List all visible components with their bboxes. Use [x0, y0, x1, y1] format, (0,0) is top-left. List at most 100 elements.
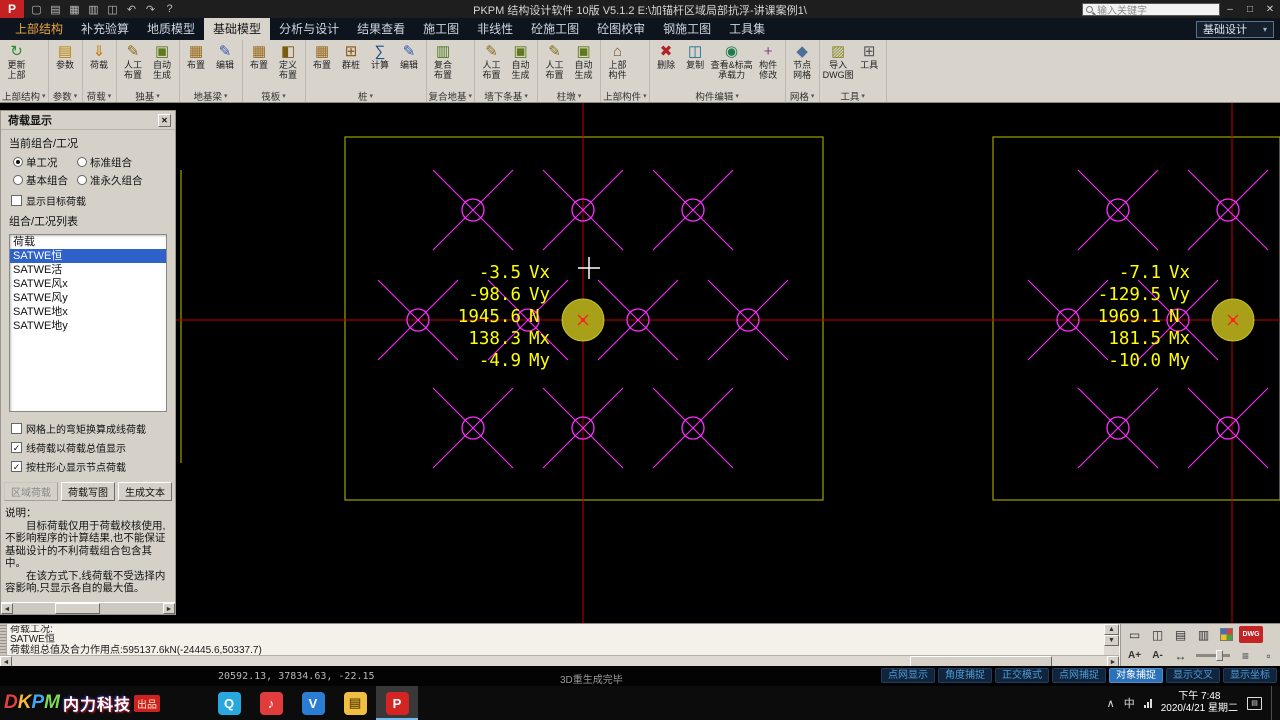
network-icon[interactable] [1143, 698, 1152, 708]
ribbon-tab[interactable]: 砼施工图 [522, 18, 588, 40]
ribbon-group-label[interactable]: 桩 [358, 89, 368, 103]
ribbon-tab[interactable]: 工具集 [720, 18, 774, 40]
ribbon-button[interactable]: ▣ 自动 生成 [148, 41, 177, 80]
load-case-list[interactable]: 荷载 SATWE恒 SATWE活 SATWE风x SATWE风y SATWE地x SATWE… [9, 234, 167, 412]
dwg-icon[interactable]: DWG [1239, 626, 1263, 643]
ribbon-button[interactable]: ✎ 编辑 [211, 41, 240, 71]
close-button[interactable]: ✕ [1260, 0, 1280, 18]
ribbon-button[interactable]: ▦ 布置 [245, 41, 274, 71]
ribbon-group-label[interactable]: 墙下条基 [484, 89, 522, 103]
help-icon[interactable]: ? [163, 3, 176, 15]
scroll-down-icon[interactable]: ▼ [1104, 635, 1119, 646]
ribbon-tab[interactable]: 非线性 [468, 18, 522, 40]
target-load-checkbox[interactable]: 显示目标荷载 [11, 193, 175, 208]
taskbar-app-qq[interactable]: Q [208, 686, 250, 720]
panel-button[interactable]: 生成文本 [118, 482, 172, 501]
ribbon-button[interactable]: ▤ 参数 [51, 41, 80, 71]
ribbon-group-label[interactable]: 工具 [840, 89, 859, 103]
ribbon-button[interactable]: ∑ 计算 [366, 41, 395, 71]
ribbon-button[interactable]: ⊞ 工具 [855, 41, 884, 71]
taskbar-app-explorer[interactable]: ▤ [334, 686, 376, 720]
radio-option[interactable]: 基本组合 [13, 171, 77, 189]
ribbon-group-label[interactable]: 独基 [135, 89, 154, 103]
status-toggle[interactable]: 正交模式 [995, 668, 1049, 683]
box-icon[interactable]: ▫ [1258, 647, 1279, 664]
font-decrease-button[interactable]: A- [1147, 647, 1168, 664]
drawing-canvas[interactable]: -3.5 Vx -98.6 Vy 1945.6 N 138.3 Mx -4.9 My -7.1 Vx -… [0, 103, 1280, 623]
ribbon-tab[interactable]: 分析与设计 [270, 18, 348, 40]
command-text[interactable]: 荷载工况: SATWE恒 荷载组总值及合力作用点:595137.6kN(-24445… [10, 625, 1100, 656]
option-checkbox[interactable]: ✓ 按柱形心显示节点荷载 [11, 459, 175, 474]
new-icon[interactable]: ▢ [30, 3, 43, 16]
ribbon-group-label[interactable]: 构件编辑 [695, 89, 733, 103]
taskbar-app-music[interactable]: ♪ [250, 686, 292, 720]
load-case-item[interactable]: SATWE地x [10, 305, 166, 319]
ribbon-tab[interactable]: 钢施工图 [654, 18, 720, 40]
redo-icon[interactable]: ↷ [144, 3, 157, 16]
chevron-up-icon[interactable]: ∧ [1107, 697, 1115, 710]
scroll-track[interactable] [13, 603, 163, 614]
load-case-item[interactable]: SATWE活 [10, 263, 166, 277]
pan-icon[interactable]: ↔ [1170, 647, 1191, 664]
ribbon-button[interactable]: ◫ 复制 [681, 41, 710, 71]
maximize-button[interactable]: □ [1240, 0, 1260, 18]
status-toggle[interactable]: 显示坐标 [1223, 668, 1277, 683]
scroll-left-icon[interactable]: ◄ [1, 603, 13, 614]
ribbon-button[interactable]: ▣ 自动 生成 [569, 41, 598, 80]
scroll-thumb[interactable] [55, 603, 100, 614]
ribbon-button[interactable]: ◆ 节点 网格 [788, 41, 817, 80]
viewport-icon[interactable]: ▭ [1124, 626, 1145, 643]
taskbar-app-pkpm[interactable]: P [376, 686, 418, 720]
panel-button[interactable]: 荷载写图 [61, 482, 115, 501]
palette-icon[interactable] [1216, 626, 1237, 643]
ribbon-tab[interactable]: 施工图 [414, 18, 468, 40]
ribbon-button[interactable]: ▣ 自动 生成 [506, 41, 535, 80]
pages-icon[interactable]: ▥ [1193, 626, 1214, 643]
status-toggle[interactable]: 显示交叉 [1166, 668, 1220, 683]
save-icon[interactable]: ▦ [68, 3, 81, 16]
print-icon[interactable]: ▥ [87, 3, 100, 16]
ribbon-group-label[interactable]: 复合地基 [429, 89, 467, 103]
taskbar-app-wps[interactable]: V [292, 686, 334, 720]
ribbon-group-label[interactable]: 荷载 [87, 89, 106, 103]
ribbon-button[interactable]: ◧ 定义 布置 [274, 41, 303, 80]
minimize-button[interactable]: – [1220, 0, 1240, 18]
ribbon-button[interactable]: ✎ 人工 布置 [477, 41, 506, 80]
status-toggle[interactable]: 对象捕捉 [1109, 668, 1163, 683]
ribbon-button[interactable]: ✎ 编辑 [395, 41, 424, 71]
ribbon-tab[interactable]: 砼图校审 [588, 18, 654, 40]
ribbon-button[interactable]: ▨ 导入 DWG图 [822, 41, 855, 80]
ribbon-button[interactable]: ▦ 布置 [182, 41, 211, 71]
ime-indicator[interactable]: 中 [1124, 695, 1135, 711]
ribbon-tab[interactable]: 结果查看 [348, 18, 414, 40]
scroll-up-icon[interactable]: ▲ [1104, 624, 1119, 635]
ribbon-group-label[interactable]: 柱墩 [557, 89, 576, 103]
ribbon-group-label[interactable]: 上部结构 [2, 89, 40, 103]
command-vscrollbar[interactable]: ▲ ▼ [1104, 624, 1119, 655]
module-selector-dropdown[interactable]: 基础设计 ▾ [1195, 20, 1274, 38]
ribbon-button[interactable]: ⌂ 上部 构件 [603, 41, 632, 80]
slider-thumb[interactable] [1216, 650, 1224, 661]
option-checkbox[interactable]: ✓ 线荷载以荷载总值显示 [11, 440, 175, 455]
status-toggle[interactable]: 角度捕捉 [938, 668, 992, 683]
ribbon-button[interactable]: ⊞ 群桩 [337, 41, 366, 71]
scroll-right-icon[interactable]: ► [163, 603, 175, 614]
load-case-item[interactable]: 荷载 [10, 235, 166, 249]
ribbon-tab[interactable]: 上部结构 [6, 18, 72, 40]
panel-close-button[interactable]: ✕ [158, 113, 171, 127]
ribbon-button[interactable]: ✎ 人工 布置 [119, 41, 148, 80]
notification-icon[interactable]: ▤ [1247, 696, 1262, 710]
load-case-item[interactable]: SATWE风y [10, 291, 166, 305]
status-toggle[interactable]: 点网显示 [881, 668, 935, 683]
ribbon-tab[interactable]: 补充验算 [72, 18, 138, 40]
ribbon-button[interactable]: ✖ 删除 [652, 41, 681, 71]
ribbon-tab[interactable]: 基础模型 [204, 18, 271, 40]
taskbar-clock[interactable]: 下午 7:48 2020/4/21 星期二 [1161, 691, 1238, 715]
ribbon-group-label[interactable]: 地基梁 [194, 89, 223, 103]
keyword-search-input[interactable]: 输入关键字 [1082, 2, 1220, 17]
ribbon-group-label[interactable]: 筏板 [261, 89, 280, 103]
list-icon[interactable]: ≡ [1235, 647, 1256, 664]
option-checkbox[interactable]: 网格上的弯矩换算成线荷载 [11, 421, 175, 436]
undo-icon[interactable]: ↶ [125, 3, 138, 16]
open-icon[interactable]: ▤ [49, 3, 62, 16]
